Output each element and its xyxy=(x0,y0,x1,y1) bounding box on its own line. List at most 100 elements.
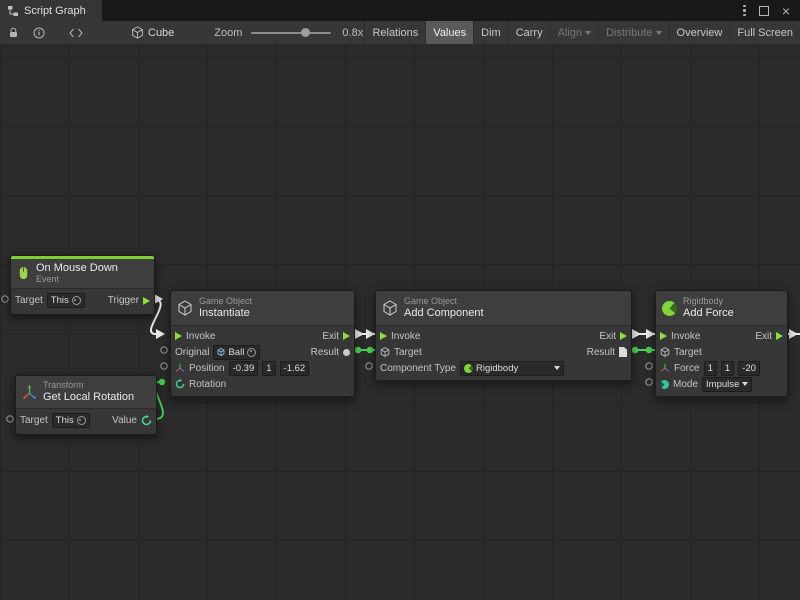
port-row: Invoke Exit xyxy=(376,328,631,344)
info-icon[interactable] xyxy=(33,27,45,39)
lock-icon[interactable] xyxy=(8,27,19,38)
rotation-icon[interactable] xyxy=(141,415,152,426)
invoke-port-arrow-icon[interactable] xyxy=(380,332,387,340)
rigidbody-pie-icon xyxy=(464,364,473,373)
code-icon[interactable] xyxy=(69,28,83,38)
exit3-out-arrow-icon[interactable] xyxy=(789,329,798,339)
port-row: Component Type Rigidbody xyxy=(376,360,631,376)
force-y-field[interactable]: 1 xyxy=(721,361,734,376)
invoke2-in-arrow-icon[interactable] xyxy=(366,329,375,339)
graph-canvas[interactable]: On Mouse Down Event Target This Trigger xyxy=(0,44,800,600)
target-object-chip[interactable]: This xyxy=(52,413,90,428)
toolbar-buttons: Relations Values Dim Carry Align Distrib… xyxy=(364,21,800,44)
port-row: Target This Value xyxy=(16,411,156,430)
script-graph-icon xyxy=(7,5,19,17)
dropdown-caret-icon xyxy=(742,382,748,386)
dim-button[interactable]: Dim xyxy=(473,21,508,44)
node-header: Transform Get Local Rotation xyxy=(16,376,156,409)
position-x-field[interactable]: -0.39 xyxy=(229,361,259,376)
node-header: Game Object Add Component xyxy=(376,291,631,326)
force-x-field[interactable]: 1 xyxy=(704,361,717,376)
values-button[interactable]: Values xyxy=(425,21,473,44)
zoom-slider[interactable] xyxy=(251,32,331,34)
result-port-dot-icon[interactable] xyxy=(343,349,350,356)
invoke-port-arrow-icon[interactable] xyxy=(660,332,667,340)
align-button[interactable]: Align xyxy=(550,21,598,44)
titlebar: Script Graph × xyxy=(0,0,800,21)
trigger-port-arrow-icon[interactable] xyxy=(143,297,150,305)
invoke3-in-arrow-icon[interactable] xyxy=(646,329,655,339)
exit-port-arrow-icon[interactable] xyxy=(620,332,627,340)
force-z-field[interactable]: -20 xyxy=(738,361,760,376)
port-row: Target Result xyxy=(376,344,631,360)
zoom-label: Zoom xyxy=(214,27,242,39)
graph-target-label: Cube xyxy=(148,27,174,39)
game-object-icon xyxy=(380,347,390,357)
object-picker-icon[interactable] xyxy=(72,296,81,305)
relations-button[interactable]: Relations xyxy=(364,21,425,44)
port-row: Invoke Exit xyxy=(656,328,787,344)
overview-button[interactable]: Overview xyxy=(669,21,730,44)
trigger-out-arrow-icon[interactable] xyxy=(154,294,163,304)
mode-dropdown[interactable]: Impulse xyxy=(702,377,752,392)
port-mode[interactable] xyxy=(646,379,652,385)
exit-port-arrow-icon[interactable] xyxy=(343,332,350,340)
kebab-menu-icon[interactable] xyxy=(743,5,746,17)
graph-toolbar: Cube Zoom 0.8x Relations Values Dim Carr… xyxy=(0,21,800,45)
node-header: Rigidbody Add Force xyxy=(656,291,787,326)
script-result-icon[interactable] xyxy=(619,347,627,357)
carry-button[interactable]: Carry xyxy=(508,21,550,44)
zoom-value: 0.8x xyxy=(342,27,363,39)
dropdown-caret-icon xyxy=(585,31,591,35)
tab-script-graph[interactable]: Script Graph xyxy=(0,0,102,21)
node-get-local-rotation[interactable]: Transform Get Local Rotation Target This… xyxy=(15,375,157,435)
position-z-field[interactable]: -1.62 xyxy=(280,361,310,376)
object-picker-icon[interactable] xyxy=(77,416,86,425)
exit-port-arrow-icon[interactable] xyxy=(776,332,783,340)
exit1-out-arrow-icon[interactable] xyxy=(355,329,364,339)
port-row: Rotation xyxy=(171,376,354,392)
cube-icon xyxy=(382,300,398,316)
rotation-in-dot[interactable] xyxy=(159,379,165,385)
node-instantiate[interactable]: Game Object Instantiate Invoke Exit Orig… xyxy=(170,290,355,397)
port-row: Target xyxy=(656,344,787,360)
node-add-component[interactable]: Game Object Add Component Invoke Exit Ta… xyxy=(375,290,632,381)
node-on-mouse-down[interactable]: On Mouse Down Event Target This Trigger xyxy=(10,255,155,315)
node-add-force[interactable]: Rigidbody Add Force Invoke Exit Target xyxy=(655,290,788,397)
object-picker-icon[interactable] xyxy=(247,348,256,357)
invoke-in-arrow-icon[interactable] xyxy=(156,329,165,339)
port-row: Mode Impulse xyxy=(656,376,787,392)
port-glr-target[interactable] xyxy=(7,416,13,422)
port-row: Position -0.39 1 -1.62 xyxy=(171,360,354,376)
port-row: Invoke Exit xyxy=(171,328,354,344)
node-header: On Mouse Down Event xyxy=(11,259,154,289)
invoke-port-arrow-icon[interactable] xyxy=(175,332,182,340)
graph-target-selector[interactable]: Cube xyxy=(131,26,174,39)
transform-axes-icon xyxy=(660,363,670,373)
enum-pie-icon xyxy=(660,380,669,389)
exit2-out-arrow-icon[interactable] xyxy=(632,329,641,339)
close-icon[interactable]: × xyxy=(782,4,790,18)
target-object-chip[interactable]: This xyxy=(47,293,85,308)
rotation-icon xyxy=(175,379,185,389)
result2-out-dot[interactable] xyxy=(632,347,639,354)
port-original[interactable] xyxy=(161,347,167,353)
result1-out-dot[interactable] xyxy=(355,347,362,354)
dropdown-caret-icon xyxy=(554,366,560,370)
port-position[interactable] xyxy=(161,363,167,369)
original-object-chip[interactable]: Ball xyxy=(213,345,260,360)
target3-in-dot[interactable] xyxy=(646,347,653,354)
full-screen-button[interactable]: Full Screen xyxy=(729,21,800,44)
distribute-button[interactable]: Distribute xyxy=(598,21,668,44)
port-force[interactable] xyxy=(646,363,652,369)
game-object-icon xyxy=(660,347,670,357)
target2-in-dot[interactable] xyxy=(367,347,374,354)
position-y-field[interactable]: 1 xyxy=(262,361,275,376)
maximize-icon[interactable] xyxy=(759,6,769,16)
port-omd-target[interactable] xyxy=(2,296,8,302)
zoom-slider-handle[interactable] xyxy=(301,28,310,37)
component-type-dropdown[interactable]: Rigidbody xyxy=(460,361,564,376)
window-title: Script Graph xyxy=(24,5,86,17)
port-component-type[interactable] xyxy=(366,363,372,369)
cube-icon xyxy=(131,26,144,39)
